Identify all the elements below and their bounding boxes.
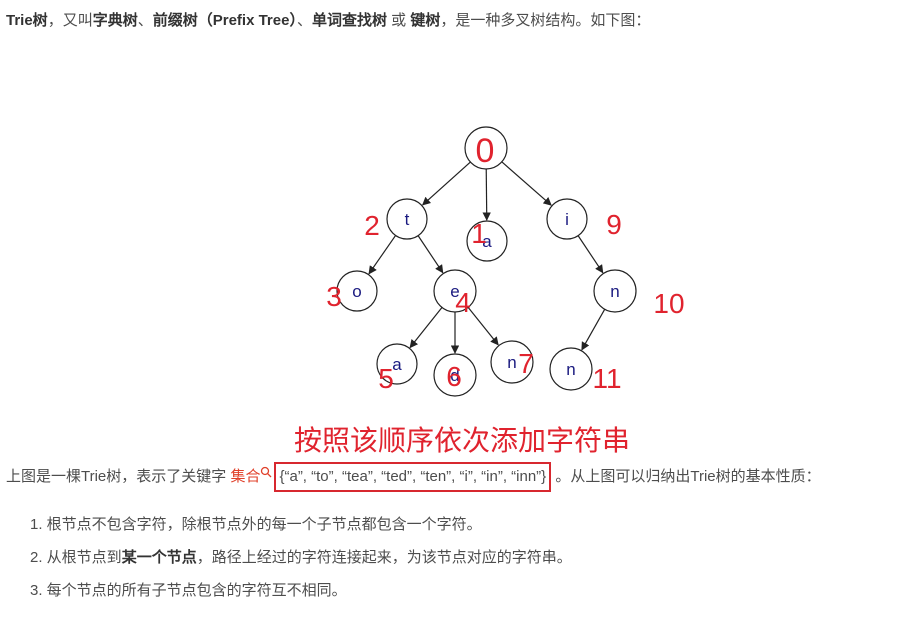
trie-node-char: n [507,353,516,372]
properties-list: 1. 根节点不包含字符，除根节点外的每一个子节点都包含一个字符。 2. 从根节点… [30,514,572,613]
trie-node-number: 4 [455,287,471,318]
trie-node-number: 5 [378,363,394,394]
trie-node-number: 6 [446,361,462,392]
trie-node-number: 2 [364,210,380,241]
trie-edge [368,235,397,275]
property-item: 1. 根节点不包含字符，除根节点外的每一个子节点都包含一个字符。 [30,514,572,536]
trie-edge [421,161,471,206]
caption-after: 。从上图可以归纳出Trie树的基本性质： [551,468,821,485]
trie-node-number: 9 [606,209,622,240]
property-text: 1. 根节点不包含字符，除根节点外的每一个子节点都包含一个字符。 [30,516,482,533]
property-text: ，路径上经过的字符连接起来，为该节点对应的字符串。 [196,549,572,566]
property-bold: 某一个节点 [121,549,197,566]
trie-node-char: o [352,282,361,301]
search-icon [261,466,272,478]
trie-node-number: 1 [471,218,487,249]
trie-edge [409,307,443,349]
trie-node-number: 0 [476,132,495,170]
trie-node-char: i [565,210,569,229]
set-link[interactable]: 集合 [230,468,260,485]
order-annotation: 按照该顺序依次添加字符串 [294,424,630,457]
trie-edge [501,161,552,206]
caption-before: 上图是一棵Trie树，表示了关键字 [6,468,231,485]
keyword-set-box: {“a”, “to”, “tea”, “ted”, “ten”, “i”, “i… [274,462,552,492]
property-text: 3. 每个节点的所有子节点包含的字符互不相同。 [30,582,347,599]
trie-node-char: n [610,282,619,301]
property-text: 2. 从根节点到 [30,549,122,566]
property-item: 2. 从根节点到某一个节点，路径上经过的字符连接起来，为该节点对应的字符串。 [30,547,572,569]
trie-edge [581,308,606,351]
trie-node-char: t [405,210,410,229]
property-item: 3. 每个节点的所有子节点包含的字符互不相同。 [30,580,572,602]
trie-edge [417,235,444,274]
trie-edge [467,307,499,346]
trie-node-number: 10 [653,288,684,319]
trie-node-number: 11 [592,363,621,394]
trie-node-number: 7 [518,348,534,379]
trie-edge [577,235,604,274]
trie-node-char: n [566,360,575,379]
trie-node-number: 3 [326,281,342,312]
trie-edge [482,168,491,221]
caption-paragraph: 上图是一棵Trie树，表示了关键字 集合 {“a”, “to”, “tea”, “… [6,462,821,492]
